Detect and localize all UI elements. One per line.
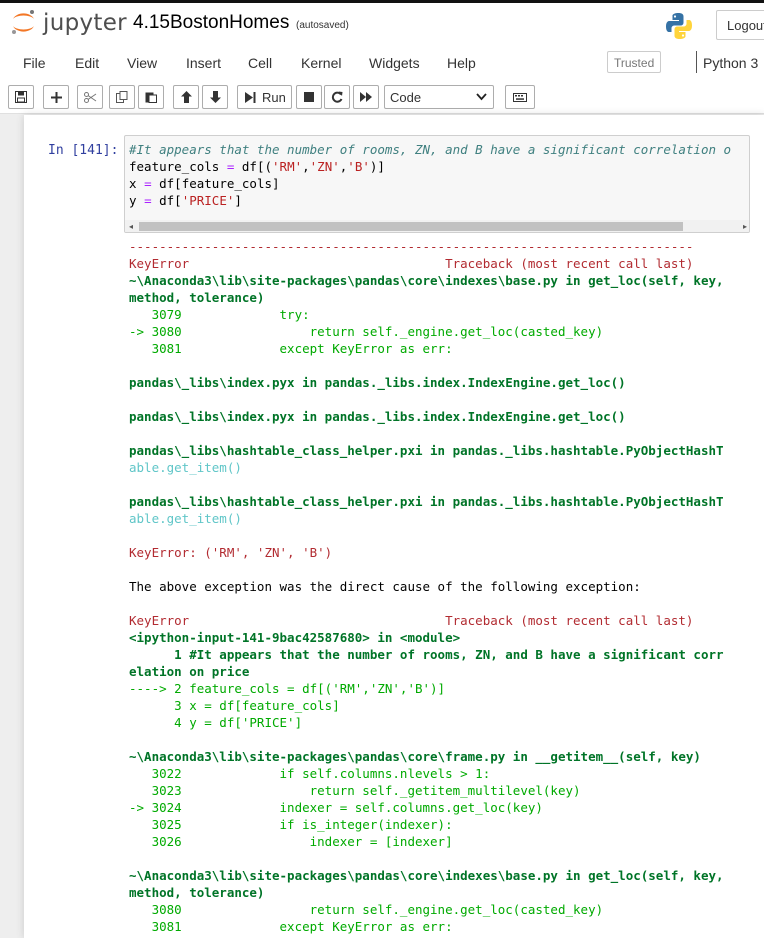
code-line-1: #It appears that the number of rooms, ZN… <box>129 142 732 157</box>
save-icon <box>15 91 27 103</box>
move-down-button[interactable] <box>202 85 228 109</box>
output-line: KeyError Traceback (most recent call las… <box>129 256 694 271</box>
output-line: method, tolerance) <box>129 290 265 305</box>
output-line: -> 3024 indexer = self.columns.get_loc(k… <box>129 800 543 815</box>
output-line: 3026 indexer = [indexer] <box>129 834 453 849</box>
output-line: KeyError Traceback (most recent call las… <box>129 613 694 628</box>
scrollbar-thumb[interactable] <box>139 222 683 231</box>
output-line: 3 x = df[feature_cols] <box>129 698 340 713</box>
output-line: ----> 2 feature_cols = df[('RM','ZN','B'… <box>129 681 446 696</box>
menu-insert[interactable]: Insert <box>186 55 221 71</box>
jupyter-logo[interactable]: jupyter <box>10 9 127 36</box>
jupyter-logo-text: jupyter <box>43 9 127 36</box>
notebook-page: In [141]: #It appears that the number of… <box>24 115 764 938</box>
menu-edit[interactable]: Edit <box>75 55 99 71</box>
output-line: ~\Anaconda3\lib\site-packages\pandas\cor… <box>129 868 724 883</box>
output-line: ~\Anaconda3\lib\site-packages\pandas\cor… <box>129 749 701 764</box>
run-label: Run <box>262 89 286 105</box>
arrow-down-icon <box>209 91 221 103</box>
output-line: 4 y = df['PRICE'] <box>129 715 303 730</box>
output-line: The above exception was the direct cause… <box>129 579 641 594</box>
fast-forward-icon <box>359 92 372 102</box>
copy-icon <box>116 91 128 103</box>
output-line: 3081 except KeyError as err: <box>129 919 453 934</box>
output-line: 3022 if self.columns.nlevels > 1: <box>129 766 491 781</box>
output-line: pandas\_libs\index.pyx in pandas._libs.i… <box>129 409 626 424</box>
menubar: File Edit View Insert Cell Kernel Widget… <box>0 45 764 81</box>
restart-kernel-button[interactable] <box>324 85 350 109</box>
code-line-4: y = df['PRICE'] <box>129 193 242 208</box>
restart-icon <box>331 91 343 103</box>
save-button[interactable] <box>8 85 34 109</box>
output-line: ~\Anaconda3\lib\site-packages\pandas\cor… <box>129 273 724 288</box>
output-line: elation on price <box>129 664 250 679</box>
notebook-name[interactable]: 4.15BostonHomes <box>133 12 289 34</box>
output-line: 3025 if is_integer(indexer): <box>129 817 453 832</box>
plus-icon <box>50 91 62 103</box>
output-line: pandas\_libs\hashtable_class_helper.pxi … <box>129 494 724 509</box>
output-line: able.get_item() <box>129 511 242 526</box>
move-up-button[interactable] <box>173 85 199 109</box>
paste-icon <box>145 92 157 103</box>
python-logo-icon <box>664 11 694 41</box>
trusted-indicator[interactable]: Trusted <box>607 51 661 73</box>
jupyter-logo-icon <box>10 9 37 36</box>
paste-button[interactable] <box>138 85 164 109</box>
code-cell-editor[interactable]: #It appears that the number of rooms, ZN… <box>124 135 750 233</box>
menu-widgets[interactable]: Widgets <box>369 55 420 71</box>
notebook-header: jupyter 4.15BostonHomes (autosaved) Logo… <box>0 3 764 45</box>
cell-type-select[interactable]: Code <box>384 85 494 109</box>
kernel-name[interactable]: Python 3 <box>703 55 758 71</box>
cell-type-value: Code <box>390 90 422 105</box>
output-line: 3080 return self._engine.get_loc(casted_… <box>129 902 604 917</box>
autosave-status: (autosaved) <box>296 20 349 31</box>
output-line: KeyError: ('RM', 'ZN', 'B') <box>129 545 333 560</box>
command-palette-button[interactable] <box>505 85 535 109</box>
menu-kernel[interactable]: Kernel <box>301 55 341 71</box>
output-line: 3081 except KeyError as err: <box>129 341 453 356</box>
menu-cell[interactable]: Cell <box>248 55 272 71</box>
output-line: able.get_item() <box>129 460 242 475</box>
scissors-icon <box>83 91 96 103</box>
toolbar: Run Code <box>0 81 764 114</box>
output-line: method, tolerance) <box>129 885 265 900</box>
output-line: -> 3080 return self._engine.get_loc(cast… <box>129 324 604 339</box>
copy-button[interactable] <box>109 85 135 109</box>
output-line: pandas\_libs\hashtable_class_helper.pxi … <box>129 443 724 458</box>
code-line-3: x = df[feature_cols] <box>129 176 280 191</box>
stop-icon <box>304 92 314 102</box>
kernel-separator <box>696 51 697 73</box>
run-button[interactable]: Run <box>237 85 292 109</box>
scroll-right-arrow-icon[interactable]: ▸ <box>739 220 749 232</box>
arrow-up-icon <box>180 91 192 103</box>
logout-button[interactable]: Logout <box>716 10 764 40</box>
output-line: pandas\_libs\index.pyx in pandas._libs.i… <box>129 375 626 390</box>
code-horizontal-scrollbar[interactable]: ◂ ▸ <box>125 220 749 232</box>
chevron-down-icon <box>476 93 487 101</box>
restart-run-all-button[interactable] <box>353 85 379 109</box>
insert-cell-button[interactable] <box>43 85 69 109</box>
output-line: 3079 try: <box>129 307 310 322</box>
menu-view[interactable]: View <box>127 55 157 71</box>
step-forward-icon <box>245 91 256 103</box>
notebook-area: In [141]: #It appears that the number of… <box>0 115 764 938</box>
code-lines: #It appears that the number of rooms, ZN… <box>129 141 731 209</box>
output-line: 3023 return self._getitem_multilevel(key… <box>129 783 581 798</box>
output-line: <ipython-input-141-9bac42587680> in <mod… <box>129 630 461 645</box>
menu-file[interactable]: File <box>23 55 46 71</box>
output-line: 1 #It appears that the number of rooms, … <box>129 647 724 662</box>
code-line-2: feature_cols = df[('RM','ZN','B')] <box>129 159 385 174</box>
keyboard-icon <box>513 92 527 102</box>
output-separator: ----------------------------------------… <box>129 239 694 254</box>
scroll-left-arrow-icon[interactable]: ◂ <box>125 220 137 232</box>
traceback-output: ----------------------------------------… <box>129 238 759 935</box>
cut-button[interactable] <box>77 85 103 109</box>
menu-help[interactable]: Help <box>447 55 476 71</box>
input-prompt: In [141]: <box>48 143 119 158</box>
interrupt-button[interactable] <box>296 85 322 109</box>
